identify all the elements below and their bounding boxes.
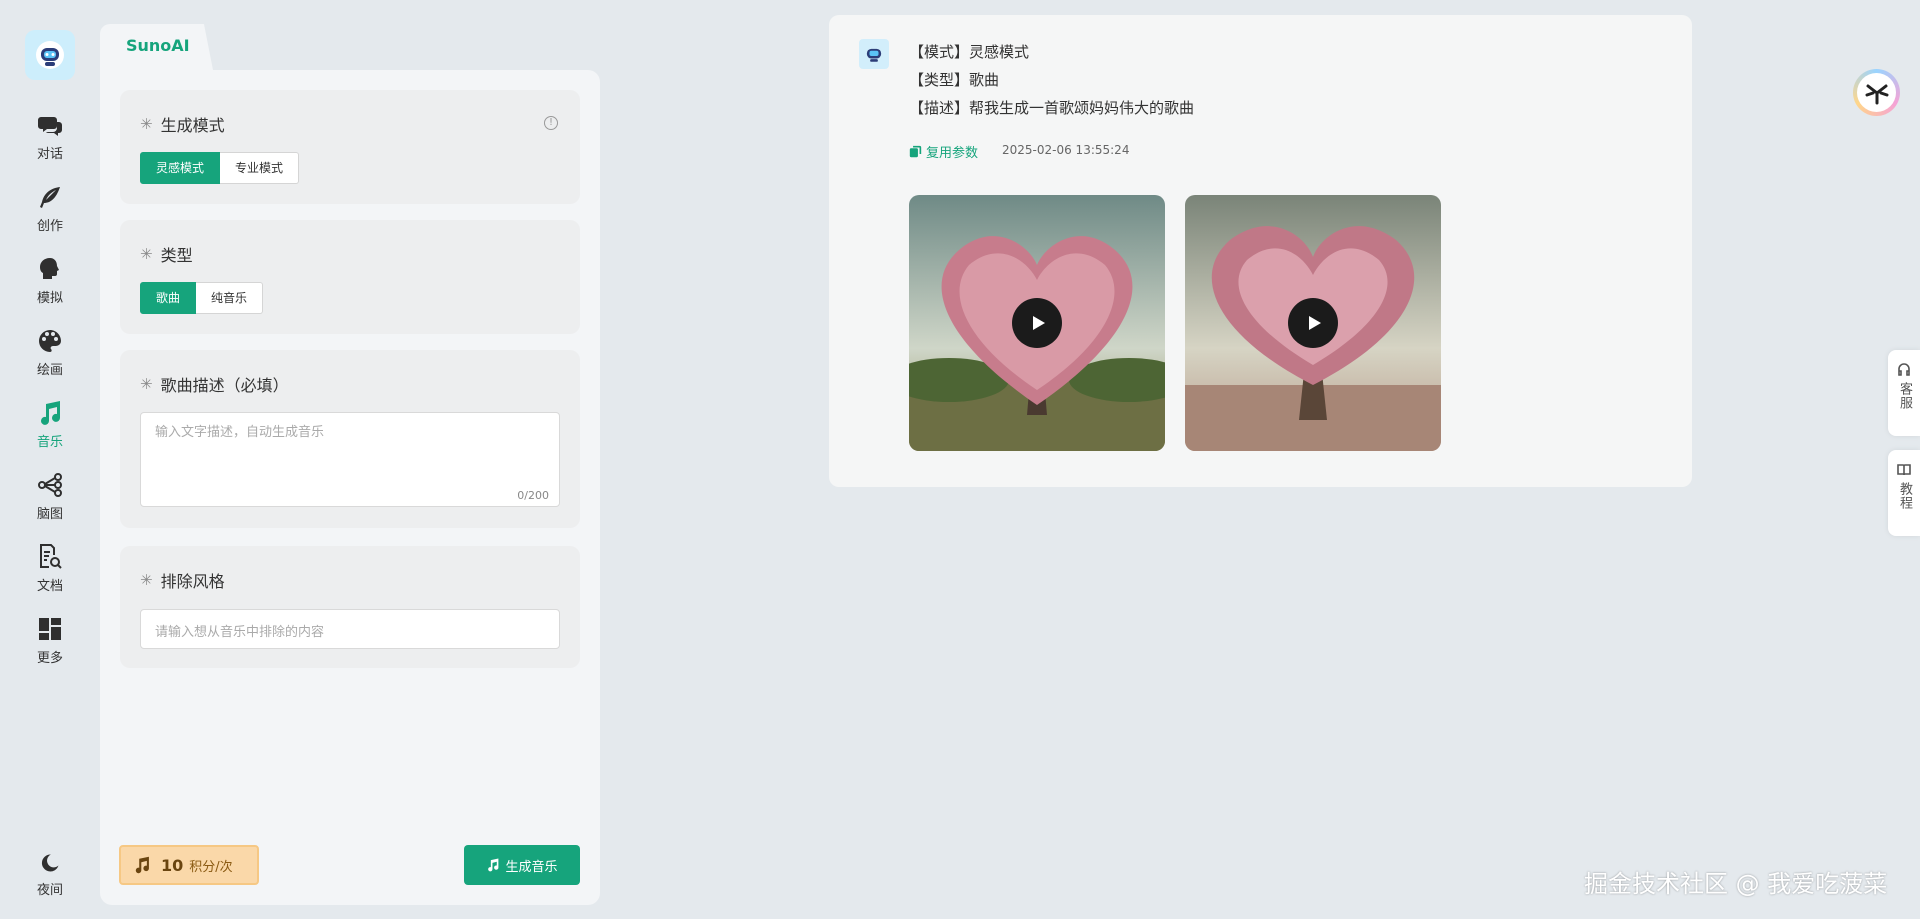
brand-logo-icon <box>1865 84 1888 104</box>
mode-title-text: 生成模式 <box>160 116 225 135</box>
moon-icon <box>41 854 59 872</box>
tab-sunoai[interactable]: SunoAI <box>100 24 213 70</box>
customer-service-label: 客服 <box>1897 382 1912 410</box>
asterisk-icon: ✳ <box>140 115 153 133</box>
mode-card: ✳ 生成模式 ! 灵感模式 专业模式 <box>120 90 580 204</box>
result-card: 【模式】灵感模式 【类型】歌曲 【描述】帮我生成一首歌颂妈妈伟大的歌曲 复用参数… <box>829 15 1692 487</box>
sidebar-nav: 对话 创作 模拟 绘画 音乐 脑图 文档 更多 夜间 <box>0 0 100 919</box>
type-title: ✳ 类型 <box>140 242 193 266</box>
avatar <box>859 39 889 69</box>
nav-label: 模拟 <box>36 291 63 306</box>
description-placeholder: 输入文字描述，自动生成音乐 <box>155 425 325 440</box>
night-mode-toggle[interactable]: 夜间 <box>0 852 100 910</box>
nav-item-document[interactable]: 文档 <box>0 544 100 602</box>
exclude-style-card: ✳ 排除风格 请输入想从音乐中排除的内容 <box>120 546 580 668</box>
points-cost-badge: 10 积分/次 <box>119 845 259 885</box>
play-icon <box>1033 316 1045 330</box>
nav-label: 更多 <box>36 651 63 666</box>
track-thumbnail-2[interactable] <box>1185 195 1441 451</box>
mode-option-inspiration[interactable]: 灵感模式 <box>140 152 221 184</box>
mode-title: ✳ 生成模式 <box>140 112 225 136</box>
description-title-text: 歌曲描述（必填） <box>160 376 289 395</box>
result-mode-line: 【模式】灵感模式 <box>909 43 1030 61</box>
play-icon <box>1309 316 1321 330</box>
book-icon <box>1897 464 1911 476</box>
brand-floating-button[interactable] <box>1853 69 1900 116</box>
music-icon <box>488 858 499 872</box>
mode-selector: 灵感模式 专业模式 <box>140 152 300 184</box>
exclude-title: ✳ 排除风格 <box>140 568 225 592</box>
customer-service-button[interactable]: 客服 <box>1888 350 1920 436</box>
exclude-placeholder: 请输入想从音乐中排除的内容 <box>155 625 325 640</box>
mindmap-icon <box>38 473 62 497</box>
asterisk-icon: ✳ <box>140 375 153 393</box>
copy-icon <box>909 145 922 158</box>
play-button[interactable] <box>1288 298 1338 348</box>
watermark-text: 掘金技术社区 @ 我爱吃菠菜 <box>1584 870 1888 898</box>
nav-label: 音乐 <box>36 435 63 450</box>
chat-icon <box>38 117 62 136</box>
reuse-params-button[interactable]: 复用参数 <box>909 142 978 161</box>
track-thumbnail-1[interactable] <box>909 195 1165 451</box>
nav-label: 创作 <box>36 219 63 234</box>
type-selector: 歌曲 纯音乐 <box>140 282 264 314</box>
nav-item-music[interactable]: 音乐 <box>0 400 100 458</box>
char-counter: 0/200 <box>517 489 549 502</box>
type-option-instrumental[interactable]: 纯音乐 <box>196 282 264 314</box>
timestamp: 2025-02-06 13:55:24 <box>1002 143 1130 157</box>
tutorial-button[interactable]: 教程 <box>1888 450 1920 536</box>
points-value: 10 <box>161 855 184 875</box>
robot-avatar-icon <box>866 48 882 62</box>
grid-icon <box>39 618 61 640</box>
result-type-line: 【类型】歌曲 <box>909 71 1000 89</box>
description-title: ✳ 歌曲描述（必填） <box>140 372 289 396</box>
nav-label: 对话 <box>36 147 63 162</box>
nav-label: 文档 <box>36 579 63 594</box>
nav-label: 绘画 <box>36 363 63 378</box>
description-textarea[interactable]: 输入文字描述，自动生成音乐 0/200 <box>140 412 560 507</box>
robot-logo-icon <box>36 41 64 69</box>
asterisk-icon: ✳ <box>140 245 153 263</box>
description-card: ✳ 歌曲描述（必填） 输入文字描述，自动生成音乐 0/200 <box>120 350 580 528</box>
points-unit: 积分/次 <box>189 859 233 875</box>
type-option-song[interactable]: 歌曲 <box>140 282 197 314</box>
play-button[interactable] <box>1012 298 1062 348</box>
head-icon <box>40 258 59 279</box>
music-icon <box>135 856 149 874</box>
nav-item-draw[interactable]: 绘画 <box>0 328 100 386</box>
palette-icon <box>39 330 61 352</box>
nav-label: 脑图 <box>36 507 63 522</box>
nav-item-chat[interactable]: 对话 <box>0 112 100 170</box>
nav-item-mindmap[interactable]: 脑图 <box>0 472 100 530</box>
generate-music-button[interactable]: 生成音乐 <box>464 845 580 885</box>
exclude-title-text: 排除风格 <box>160 572 225 591</box>
headset-icon <box>1898 363 1910 376</box>
nav-item-more[interactable]: 更多 <box>0 616 100 674</box>
result-description-line: 【描述】帮我生成一首歌颂妈妈伟大的歌曲 <box>909 99 1195 117</box>
app-logo[interactable] <box>25 30 75 80</box>
document-search-icon <box>40 544 62 569</box>
info-icon[interactable]: ! <box>544 116 558 130</box>
exclude-style-input[interactable]: 请输入想从音乐中排除的内容 <box>140 609 560 649</box>
mode-option-professional[interactable]: 专业模式 <box>220 152 300 184</box>
nav-label: 夜间 <box>36 883 63 898</box>
type-title-text: 类型 <box>160 246 193 265</box>
feather-icon <box>40 187 60 208</box>
type-card: ✳ 类型 歌曲 纯音乐 <box>120 220 580 334</box>
tutorial-label: 教程 <box>1897 482 1912 510</box>
nav-item-simulate[interactable]: 模拟 <box>0 256 100 314</box>
music-form-panel: ✳ 生成模式 ! 灵感模式 专业模式 ✳ 类型 歌曲 纯音乐 ✳ 歌曲描述（必填… <box>100 70 600 905</box>
nav-item-create[interactable]: 创作 <box>0 184 100 242</box>
brand-logo <box>1857 73 1896 112</box>
music-icon <box>41 401 60 425</box>
asterisk-icon: ✳ <box>140 571 153 589</box>
generate-music-label: 生成音乐 <box>505 859 558 875</box>
reuse-params-label: 复用参数 <box>926 146 979 161</box>
